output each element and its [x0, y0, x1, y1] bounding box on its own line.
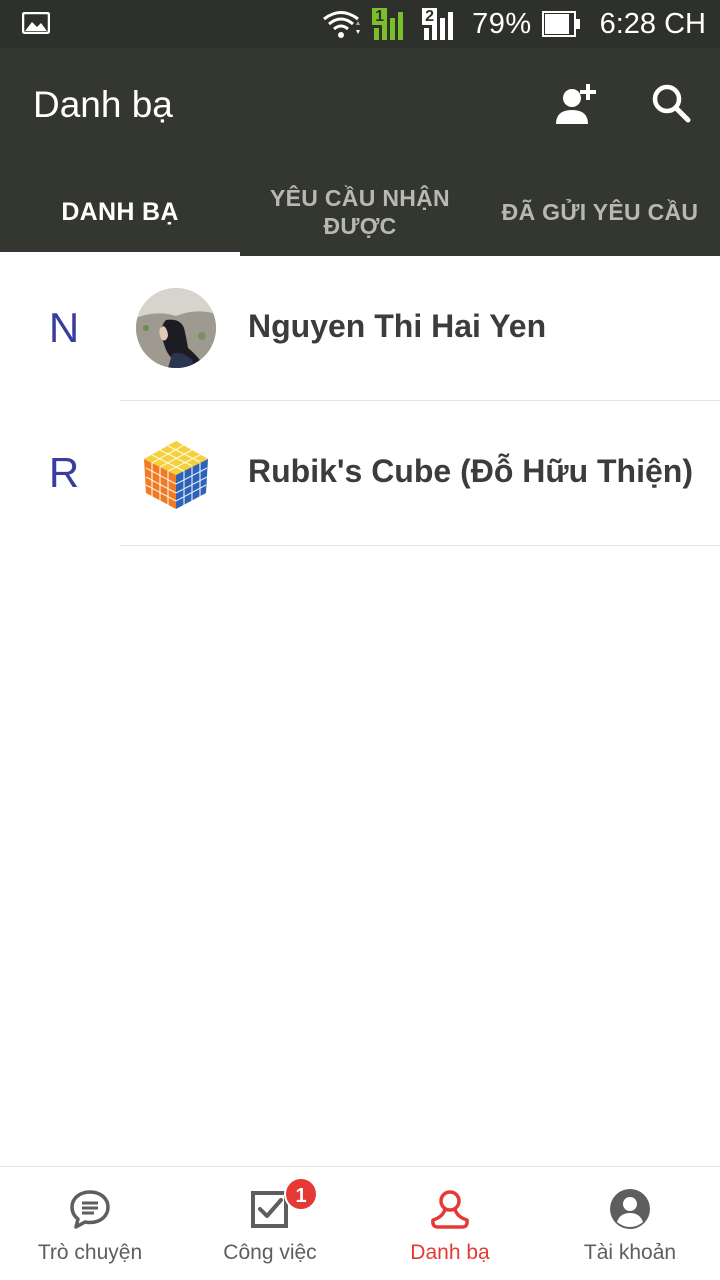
nav-item-contacts[interactable]: Danh bạ	[360, 1167, 540, 1280]
battery-icon	[541, 11, 580, 37]
sim1-label: 1	[375, 8, 384, 25]
tab-label: YÊU CẦU NHẬN ĐƯỢC	[270, 185, 450, 239]
tab-label: DANH BẠ	[61, 198, 179, 226]
section-letter: N	[48, 304, 80, 351]
contacts-person-icon	[431, 1190, 469, 1229]
nav-item-account[interactable]: Tài khoản	[540, 1167, 720, 1280]
sim1-signal-icon: 1	[372, 6, 412, 42]
account-icon	[610, 1189, 650, 1229]
contact-row[interactable]: N Nguyen Thi Hai Yen	[0, 256, 720, 401]
tab-sent-requests[interactable]: ĐÃ GỬI YÊU CẦU	[480, 168, 720, 256]
nav-item-tasks[interactable]: 1 Công việc	[180, 1167, 360, 1280]
contact-row[interactable]: R Rubik's Cube (Đỗ Hữu Thiện)	[0, 401, 720, 546]
tab-contacts[interactable]: DANH BẠ	[0, 168, 240, 256]
contact-list: N Nguyen Thi Hai Yen R Rubik's Cube (Đỗ …	[0, 256, 720, 546]
app-bar: Danh bạ DANH BẠ YÊU CẦU NHẬN ĐƯỢC ĐÃ GỬI…	[0, 48, 720, 256]
avatar[interactable]	[136, 433, 216, 513]
clock: 6:28 CH	[599, 7, 706, 40]
page-title: Danh bạ	[33, 84, 173, 125]
sim2-signal-icon: 2	[422, 6, 462, 42]
chat-icon	[70, 1190, 110, 1229]
battery-percent: 79%	[472, 7, 532, 40]
nav-label: Trò chuyện	[37, 1241, 143, 1264]
section-letter: R	[48, 449, 80, 496]
avatar[interactable]	[136, 288, 216, 368]
tab-received-requests[interactable]: YÊU CẦU NHẬN ĐƯỢC	[240, 168, 480, 256]
gallery-icon	[22, 12, 50, 34]
nav-label: Công việc	[223, 1241, 317, 1264]
status-bar: 1 2 79% 6:28 CH	[0, 0, 720, 48]
wifi-icon	[323, 11, 361, 38]
contact-name: Rubik's Cube (Đỗ Hữu Thiện)	[248, 453, 693, 489]
nav-label: Danh bạ	[410, 1241, 490, 1264]
nav-item-chat[interactable]: Trò chuyện	[0, 1167, 180, 1280]
tab-bar: DANH BẠ YÊU CẦU NHẬN ĐƯỢC ĐÃ GỬI YÊU CẦU	[0, 168, 720, 256]
search-icon[interactable]	[648, 80, 696, 128]
contact-name: Nguyen Thi Hai Yen	[248, 308, 547, 344]
sim2-label: 2	[425, 8, 434, 25]
notification-badge: 1	[284, 1177, 318, 1211]
nav-label: Tài khoản	[583, 1241, 677, 1264]
add-contact-icon[interactable]	[550, 78, 602, 130]
tab-label: ĐÃ GỬI YÊU CẦU	[501, 199, 699, 225]
divider	[120, 545, 720, 546]
bottom-navigation: Trò chuyện 1 Công việc Danh bạ Tài khoản	[0, 1166, 720, 1280]
